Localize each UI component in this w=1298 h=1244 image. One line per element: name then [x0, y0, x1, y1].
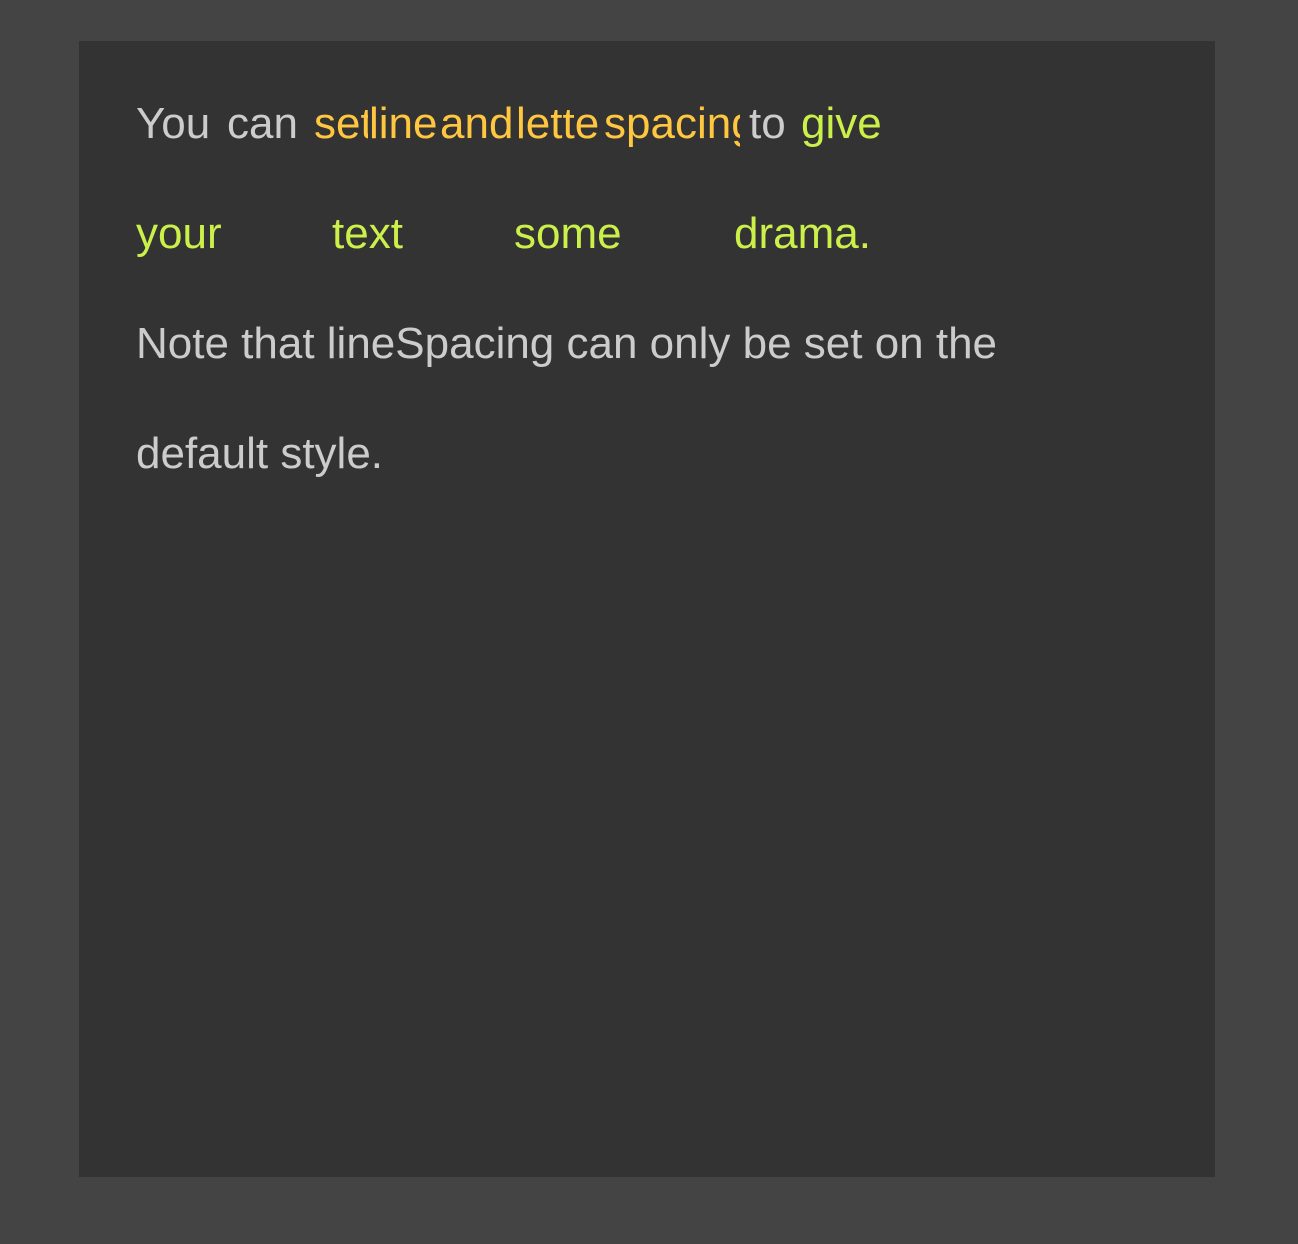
word-letter: letter [516, 99, 602, 148]
word-set: set [314, 99, 368, 148]
word-give: give [801, 99, 882, 148]
word-spacing: spacing [604, 99, 740, 148]
word-line: line [369, 99, 438, 148]
word-drama: drama. [734, 209, 871, 258]
word-can: can [227, 99, 298, 148]
word-to: to [749, 99, 786, 148]
word-and: and [440, 99, 514, 148]
word-some: some [514, 209, 622, 258]
word-you: You [136, 99, 211, 148]
word-text: text [332, 209, 403, 258]
note-line-1: Note that lineSpacing can only be set on… [136, 319, 998, 368]
note-line-2: default style. [136, 429, 384, 478]
word-your: your [136, 209, 222, 258]
text-canvas: You can set line and letter spacing to g… [79, 41, 1215, 1177]
